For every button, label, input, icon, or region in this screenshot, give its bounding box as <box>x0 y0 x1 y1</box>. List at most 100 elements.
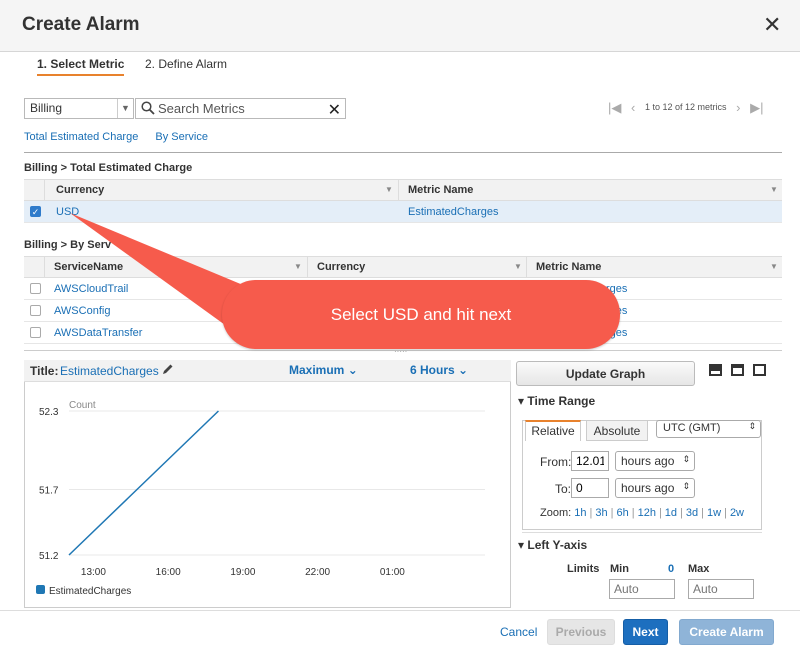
col-metric-name[interactable]: Metric Name <box>536 261 601 273</box>
row-checkbox[interactable] <box>30 283 41 294</box>
zoom-1d[interactable]: 1d <box>665 507 677 519</box>
zoom-3h[interactable]: 3h <box>595 507 607 519</box>
update-graph-button[interactable]: Update Graph <box>516 361 695 386</box>
cell-currency[interactable]: USD <box>56 206 79 218</box>
cell-metric-name[interactable]: EstimatedCharges <box>408 206 499 218</box>
next-page-icon[interactable]: › <box>736 100 740 115</box>
graph-header: Title: EstimatedCharges Maximum ⌄ 6 Hour… <box>24 360 511 382</box>
group-title-by-service: Billing > By Serv <box>24 239 112 251</box>
zoom-3d[interactable]: 3d <box>686 507 698 519</box>
col-service-name[interactable]: ServiceName <box>54 261 123 273</box>
next-button[interactable]: Next <box>623 619 668 645</box>
to-unit-select[interactable]: hours ago ⇕ <box>615 478 695 498</box>
zoom-label: Zoom: <box>540 507 572 519</box>
chevron-down-icon[interactable]: ▼ <box>294 262 302 271</box>
previous-button[interactable]: Previous <box>547 619 615 645</box>
row-checkbox[interactable] <box>30 327 41 338</box>
layout-medium-icon[interactable] <box>731 364 744 376</box>
time-range-section[interactable]: ▾ Time Range <box>518 394 595 408</box>
divider <box>522 532 762 533</box>
zoom-1h[interactable]: 1h <box>574 507 586 519</box>
from-unit-select[interactable]: hours ago ⇕ <box>615 451 695 471</box>
from-input[interactable] <box>571 451 609 471</box>
y-tick-label: 51.7 <box>39 486 59 497</box>
search-input[interactable] <box>158 100 323 117</box>
to-unit-value: hours ago <box>621 481 675 495</box>
chevron-down-icon[interactable]: ▼ <box>770 185 778 194</box>
statistic-value: Maximum <box>289 363 345 377</box>
pager: |◀ ‹ 1 to 12 of 12 metrics › ▶| <box>608 100 769 116</box>
dialog-title: Create Alarm <box>22 14 140 35</box>
zoom-12h[interactable]: 12h <box>638 507 656 519</box>
cell-service[interactable]: AWSCloudTrail <box>54 283 128 295</box>
from-label: From: <box>540 455 572 469</box>
layout-small-icon[interactable] <box>709 364 722 376</box>
layout-large-icon[interactable] <box>753 364 766 376</box>
chevron-down-icon: ▼ <box>117 99 133 118</box>
caret-down-icon: ▾ <box>518 538 525 552</box>
updown-icon: ⇕ <box>682 481 690 491</box>
timezone-value: UTC (GMT) <box>663 422 721 434</box>
to-label: To: <box>555 482 572 496</box>
from-unit-value: hours ago <box>621 454 675 468</box>
wizard-step-select-metric[interactable]: 1. Select Metric <box>37 57 125 76</box>
x-tick-label: 19:00 <box>230 567 255 578</box>
x-tick-label: 01:00 <box>380 567 405 578</box>
pager-text: 1 to 12 of 12 metrics <box>644 102 727 112</box>
wizard-step-define-alarm[interactable]: 2. Define Alarm <box>145 57 227 71</box>
series-line-EstimatedCharges <box>68 410 219 556</box>
chevron-down-icon[interactable]: ▼ <box>770 262 778 271</box>
zoom-1w[interactable]: 1w <box>707 507 721 519</box>
min-input[interactable] <box>609 579 675 599</box>
cancel-button[interactable]: Cancel <box>500 625 537 639</box>
create-alarm-button[interactable]: Create Alarm <box>679 619 774 645</box>
y-axis-label: Count <box>69 400 96 411</box>
cell-service[interactable]: AWSConfig <box>54 305 110 317</box>
chevron-down-icon[interactable]: ▼ <box>385 185 393 194</box>
table-row[interactable]: ✓ USD EstimatedCharges <box>24 201 782 223</box>
updown-icon: ⇕ <box>748 421 756 431</box>
y-tick-label: 51.2 <box>39 551 59 562</box>
timezone-select[interactable]: UTC (GMT) ⇕ <box>656 420 761 438</box>
x-tick-label: 13:00 <box>81 567 106 578</box>
row-checkbox[interactable] <box>30 305 41 316</box>
search-box[interactable]: ✕ <box>135 98 346 119</box>
period-select[interactable]: 6 Hours ⌄ <box>410 363 468 377</box>
tab-relative[interactable]: Relative <box>525 420 581 441</box>
col-metric-name[interactable]: Metric Name <box>408 184 473 196</box>
table-header: Currency ▼ Metric Name ▼ <box>24 179 782 201</box>
first-page-icon[interactable]: |◀ <box>608 100 621 116</box>
line-chart: Count 52.3 51.7 51.2 13:00 16:00 19:00 22:00 0… <box>36 400 485 597</box>
pencil-icon[interactable] <box>162 363 174 375</box>
search-icon <box>141 101 155 115</box>
to-input[interactable] <box>571 478 609 498</box>
graph-title-value[interactable]: EstimatedCharges <box>60 364 159 378</box>
legend-swatch <box>36 585 45 594</box>
y-axis-title: Left Y-axis <box>527 538 588 552</box>
namespace-select[interactable]: Billing ▼ <box>24 98 134 119</box>
updown-icon: ⇕ <box>682 454 690 464</box>
max-input[interactable] <box>688 579 754 599</box>
clear-search-icon[interactable]: ✕ <box>328 100 341 120</box>
col-currency[interactable]: Currency <box>317 261 365 273</box>
zoom-row: Zoom: 1h | 3h | 6h | 12h | 1d | 3d | 1w | 2w <box>540 507 744 519</box>
zoom-2w[interactable]: 2w <box>730 507 744 519</box>
chevron-down-icon[interactable]: ▼ <box>514 262 522 271</box>
tab-by-service[interactable]: By Service <box>155 131 208 143</box>
min-count: 0 <box>668 563 675 575</box>
close-icon[interactable]: ✕ <box>763 12 781 38</box>
footer-divider <box>0 610 800 611</box>
statistic-select[interactable]: Maximum ⌄ <box>289 363 358 377</box>
last-page-icon[interactable]: ▶| <box>750 100 763 116</box>
tab-total-estimated-charge[interactable]: Total Estimated Charge <box>24 131 138 143</box>
prev-page-icon[interactable]: ‹ <box>631 100 635 115</box>
max-label: Max <box>688 563 710 575</box>
col-currency[interactable]: Currency <box>56 184 104 196</box>
min-label: Min <box>610 563 629 575</box>
cell-service[interactable]: AWSDataTransfer <box>54 327 142 339</box>
row-checkbox[interactable]: ✓ <box>30 206 41 217</box>
left-y-axis-section[interactable]: ▾ Left Y-axis <box>518 538 587 552</box>
tab-absolute[interactable]: Absolute <box>586 420 648 441</box>
annotation-callout: Select USD and hit next <box>222 280 620 349</box>
zoom-6h[interactable]: 6h <box>616 507 628 519</box>
